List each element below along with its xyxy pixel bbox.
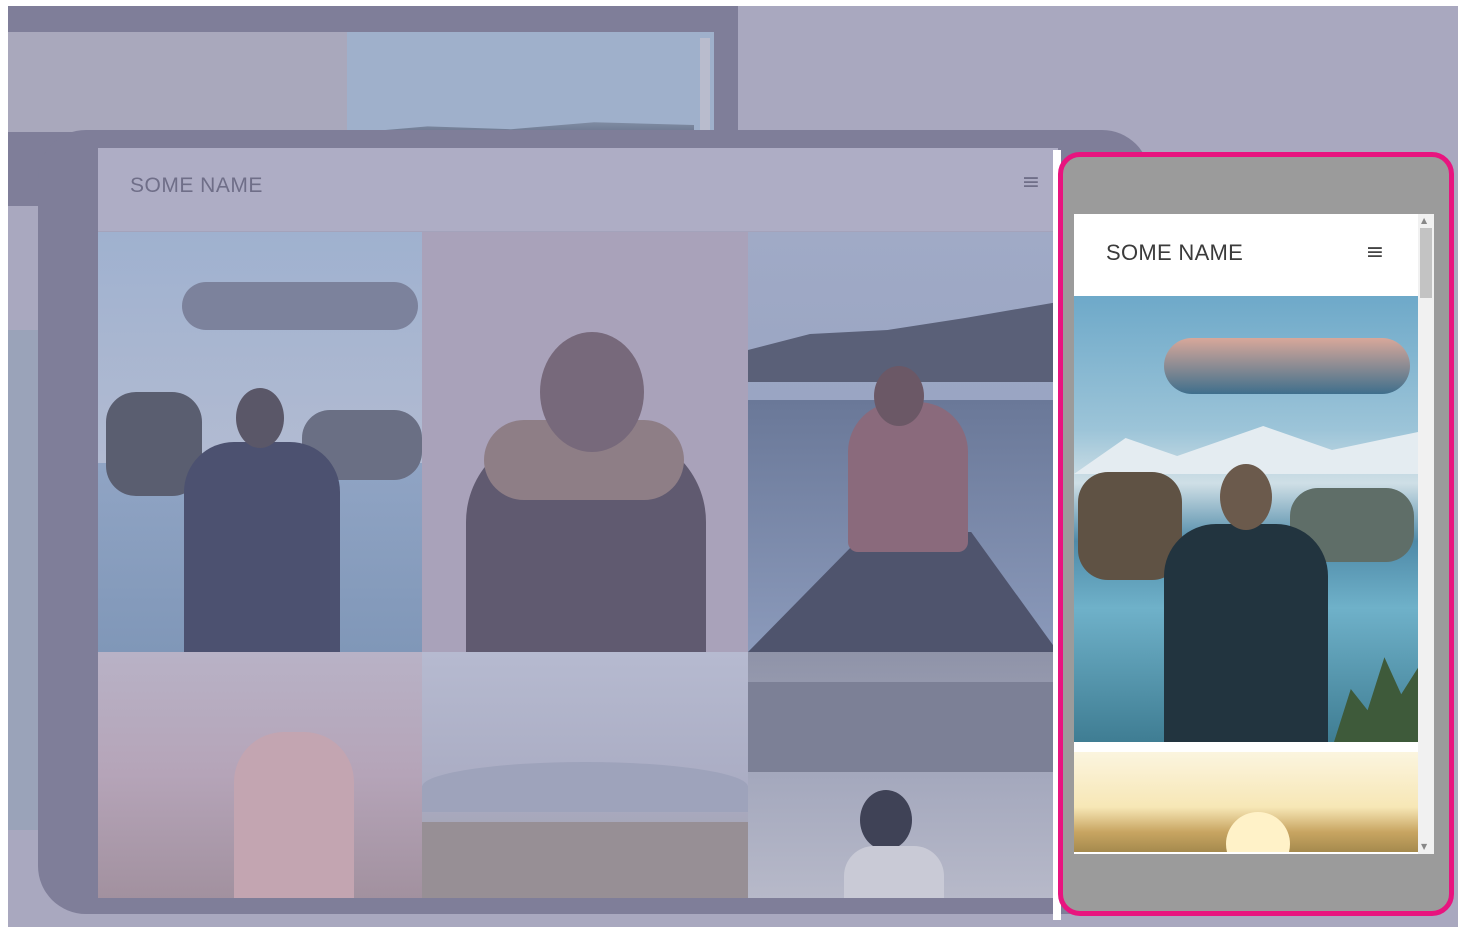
phone-hamburger-menu-icon[interactable]: ≡ bbox=[1364, 242, 1386, 264]
tablet-hamburger-menu-icon[interactable]: ≡ bbox=[1020, 172, 1042, 194]
gallery-tile-man-portrait[interactable] bbox=[422, 232, 748, 652]
phone-site-brand[interactable]: SOME NAME bbox=[1106, 240, 1243, 266]
person-head bbox=[860, 790, 912, 850]
scroll-down-arrow-icon[interactable]: ▼ bbox=[1421, 842, 1427, 851]
grass-field bbox=[422, 822, 748, 898]
sun-glow bbox=[1226, 812, 1290, 852]
left-partial-device bbox=[8, 330, 38, 830]
phone-scrollbar-track[interactable] bbox=[1418, 214, 1434, 854]
person-body bbox=[184, 442, 340, 652]
gallery-tile-canoe[interactable] bbox=[748, 232, 1058, 652]
scroll-up-arrow-icon[interactable]: ▲ bbox=[1421, 216, 1427, 225]
grass bbox=[1334, 657, 1418, 742]
dock-plank bbox=[748, 682, 1058, 772]
cloud bbox=[1164, 338, 1410, 394]
person-head bbox=[236, 388, 284, 448]
phone-gallery-photo-mountain-lake[interactable] bbox=[1074, 296, 1418, 742]
distant-hills bbox=[422, 762, 748, 812]
phone-gallery-photo-sunset[interactable] bbox=[1074, 752, 1418, 852]
desktop-monitor-screen bbox=[8, 32, 714, 132]
person-head bbox=[540, 332, 644, 452]
gallery-tile-mountain-lake[interactable] bbox=[98, 232, 422, 652]
person-head bbox=[874, 366, 924, 426]
cloud bbox=[182, 282, 418, 330]
person-silhouette bbox=[234, 732, 354, 898]
gallery-tile-meadow[interactable] bbox=[422, 652, 748, 898]
person-body bbox=[1164, 524, 1328, 742]
gallery-tile-dock-woman[interactable] bbox=[748, 652, 1058, 898]
gallery-tile-sunset-woman[interactable] bbox=[98, 652, 422, 898]
person-body bbox=[844, 846, 944, 898]
person-body bbox=[848, 402, 968, 552]
phone-scrollbar-thumb[interactable] bbox=[1420, 228, 1432, 298]
tablet-site-brand[interactable]: SOME NAME bbox=[130, 174, 263, 198]
person-head bbox=[1220, 464, 1272, 530]
desktop-scrollbar[interactable] bbox=[700, 38, 710, 130]
